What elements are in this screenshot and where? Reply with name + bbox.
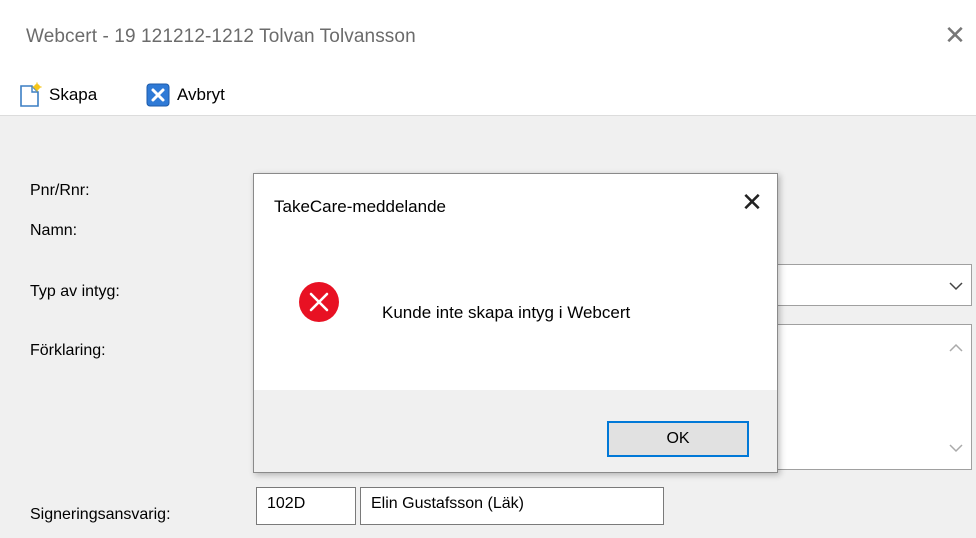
dialog-title: TakeCare-meddelande <box>274 197 446 216</box>
ok-button[interactable]: OK <box>607 421 749 457</box>
dialog-message: Kunde inte skapa intyg i Webcert <box>382 303 631 322</box>
create-button-label: Skapa <box>49 85 98 104</box>
error-dialog: TakeCare-meddelande ✕ Kunde inte skapa i… <box>253 173 778 473</box>
explanation-textarea[interactable] <box>760 324 972 470</box>
new-document-icon <box>20 82 42 107</box>
scroll-down-icon[interactable] <box>949 443 963 453</box>
signer-code-field[interactable]: 102D <box>256 487 356 525</box>
signer-label: Signeringsansvarig: <box>30 506 171 523</box>
pnr-label: Pnr/Rnr: <box>30 182 90 199</box>
scroll-up-icon[interactable] <box>949 343 963 353</box>
toolbar: Skapa Avbryt <box>0 75 976 116</box>
close-x-icon <box>146 83 170 107</box>
error-icon <box>299 282 339 322</box>
type-label: Typ av intyg: <box>30 283 120 300</box>
cancel-button[interactable]: Avbryt <box>145 79 225 111</box>
window-close-icon[interactable]: ✕ <box>940 20 970 50</box>
cancel-button-label: Avbryt <box>177 85 225 104</box>
webcert-window: Webcert - 19 121212-1212 Tolvan Tolvanss… <box>0 0 976 538</box>
signer-name-field[interactable]: Elin Gustafsson (Läk) <box>360 487 664 525</box>
window-title: Webcert - 19 121212-1212 Tolvan Tolvanss… <box>26 26 416 47</box>
title-bar: Webcert - 19 121212-1212 Tolvan Tolvanss… <box>0 0 976 75</box>
name-label: Namn: <box>30 222 78 239</box>
create-button[interactable]: Skapa <box>17 79 97 111</box>
explanation-label: Förklaring: <box>30 342 106 359</box>
type-select[interactable] <box>760 264 972 306</box>
chevron-down-icon <box>949 282 963 291</box>
dialog-content: TakeCare-meddelande ✕ Kunde inte skapa i… <box>254 174 777 390</box>
dialog-close-icon[interactable]: ✕ <box>738 188 766 216</box>
